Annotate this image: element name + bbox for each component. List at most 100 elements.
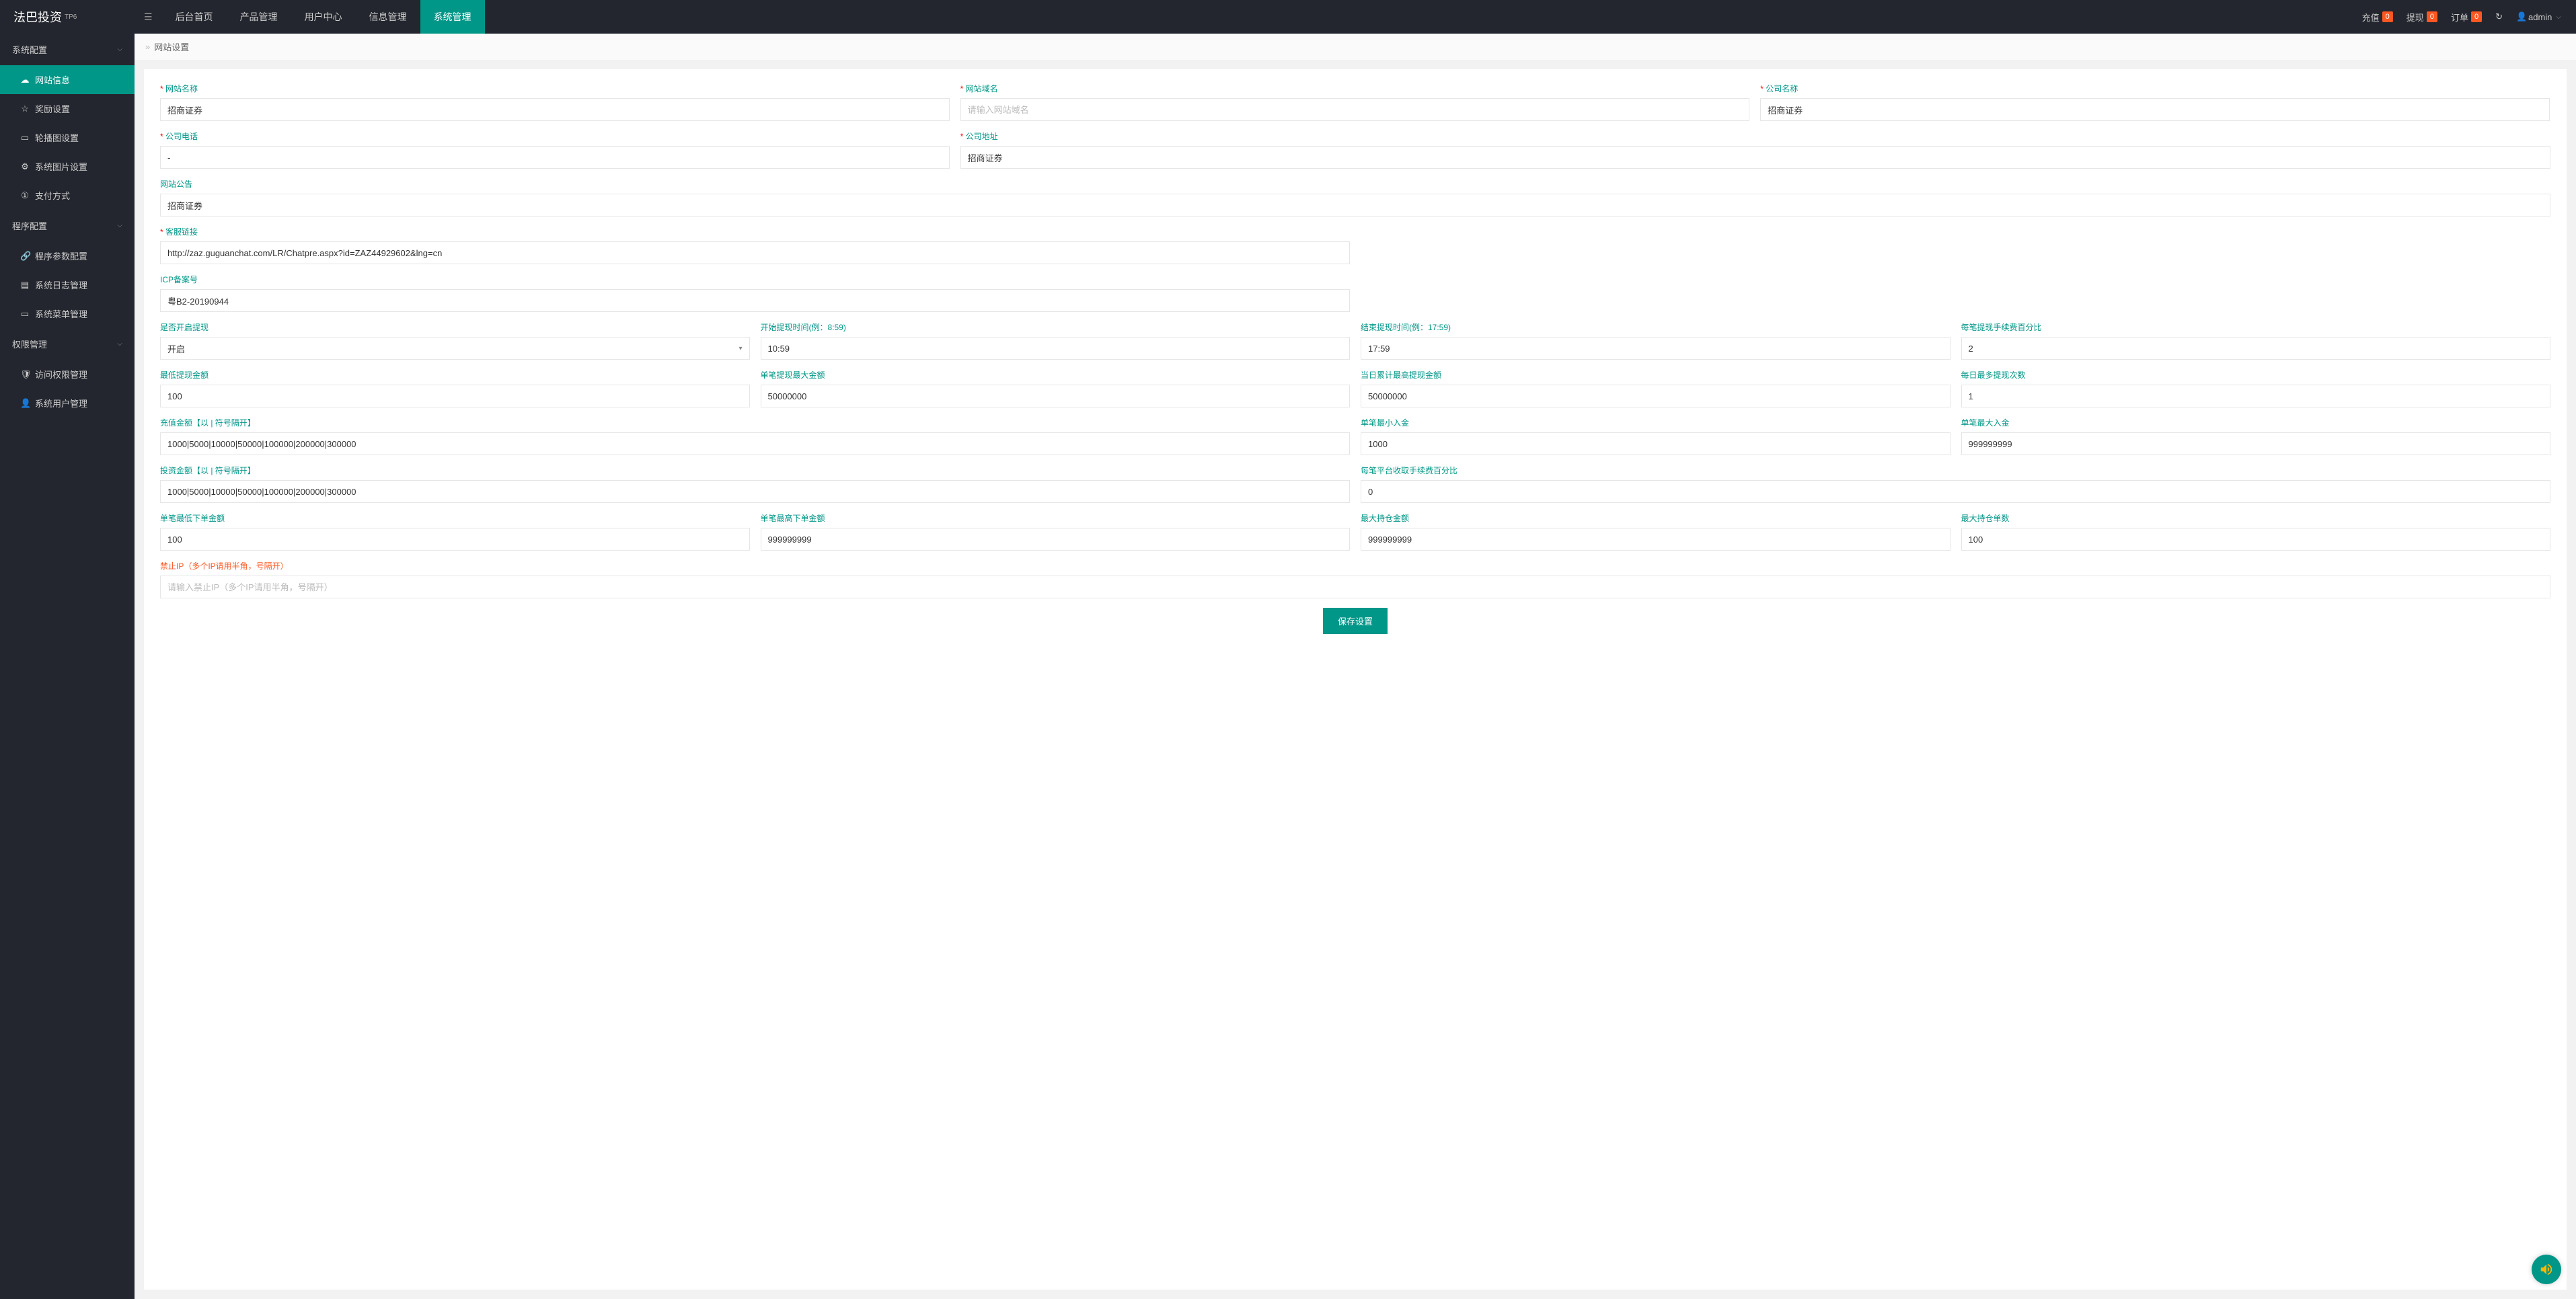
icp-input[interactable] (160, 289, 1350, 312)
order-min-input[interactable] (160, 528, 750, 551)
content-area: » 网站设置 网站名称 网站域名 公司名称 (135, 34, 2576, 1299)
app-logo: 法巴投资 TP6 (0, 8, 135, 26)
label-withdraw-start: 开始提现时间(例：8:59) (761, 321, 1351, 333)
label-withdraw-min: 最低提现金额 (160, 369, 750, 381)
volume-fab[interactable] (2532, 1255, 2561, 1284)
chevron-down-icon: ⌵ (117, 340, 122, 348)
sidebar-item-label: 程序参数配置 (35, 249, 87, 262)
withdraw-min-input[interactable] (160, 385, 750, 407)
label-withdraw-single-max: 单笔提现最大金额 (761, 369, 1351, 381)
withdraw-badge: 0 (2427, 11, 2437, 22)
label-order-min: 单笔最低下单金额 (160, 512, 750, 524)
sidebar-item[interactable]: ⚙系统图片设置 (0, 152, 135, 181)
site-domain-input[interactable] (960, 98, 1750, 121)
chevron-down-icon: ▾ (738, 345, 742, 352)
sidebar-item-label: 系统用户管理 (35, 397, 87, 409)
menu-icon: ⚙ (20, 161, 30, 172)
sidebar-item[interactable]: 🛡 访问权限管理 (0, 360, 135, 389)
sidebar-item[interactable]: ① 支付方式 (0, 181, 135, 210)
label-withdraw-fee: 每笔提现手续费百分比 (1961, 321, 2551, 333)
sidebar-item[interactable]: 🔗 程序参数配置 (0, 241, 135, 270)
withdraw-link[interactable]: 提现 0 (2400, 11, 2444, 24)
sidebar-item[interactable]: ☁网站信息 (0, 65, 135, 94)
menu-icon: ▭ (20, 132, 30, 143)
withdraw-fee-input[interactable] (1961, 337, 2551, 360)
label-site-domain: 网站域名 (960, 83, 1750, 94)
label-withdraw-enable: 是否开启提现 (160, 321, 750, 333)
deposit-max-input[interactable] (1961, 432, 2551, 455)
sidebar-item[interactable]: ▭ 系统菜单管理 (0, 299, 135, 328)
volume-icon (2539, 1262, 2554, 1277)
label-order-max: 单笔最高下单金额 (761, 512, 1351, 524)
order-link[interactable]: 订单 0 (2444, 11, 2489, 24)
nav-item[interactable]: 信息管理 (356, 0, 420, 34)
label-icp: ICP备案号 (160, 274, 1350, 285)
save-button[interactable]: 保存设置 (1323, 608, 1388, 634)
withdraw-end-input[interactable] (1361, 337, 1950, 360)
sidebar-item[interactable]: ▤系统日志管理 (0, 270, 135, 299)
menu-icon: ☁ (20, 75, 30, 85)
breadcrumb-title: 网站设置 (154, 40, 189, 53)
label-company-name: 公司名称 (1760, 83, 2550, 94)
label-withdraw-end: 结束提现时间(例：17:59) (1361, 321, 1950, 333)
deposit-min-input[interactable] (1361, 432, 1950, 455)
sidebar-item[interactable]: ▭轮播图设置 (0, 123, 135, 152)
order-max-input[interactable] (761, 528, 1351, 551)
sidebar: 系统配置⌵☁网站信息 ☆ 奖励设置 ▭轮播图设置⚙系统图片设置 ① 支付方式程序配置⌵ 🔗 程… (0, 34, 135, 1299)
sidebar-item[interactable]: 👤 系统用户管理 (0, 389, 135, 418)
chevron-down-icon: ⌵ (2556, 13, 2561, 21)
withdraw-single-max-input[interactable] (761, 385, 1351, 407)
sidebar-item[interactable]: ☆ 奖励设置 (0, 94, 135, 123)
label-invest-amounts: 投资金额【以 | 符号隔开】 (160, 465, 1350, 476)
hold-max-count-input[interactable] (1961, 528, 2551, 551)
service-link-input[interactable] (160, 241, 1350, 264)
company-address-input[interactable] (960, 146, 2550, 169)
menu-icon: 🛡 (20, 369, 30, 380)
nav-item[interactable]: 后台首页 (162, 0, 227, 34)
menu-icon: ① (20, 190, 30, 201)
withdraw-daily-max-input[interactable] (1361, 385, 1950, 407)
site-notice-input[interactable] (160, 194, 2550, 216)
company-name-input[interactable] (1760, 98, 2550, 121)
sidebar-group[interactable]: 系统配置⌵ (0, 34, 135, 65)
withdraw-enable-select[interactable]: 开启 ▾ (160, 337, 750, 360)
header: 法巴投资 TP6 ☰ 后台首页产品管理用户中心信息管理系统管理 充值 0 提现 … (0, 0, 2576, 34)
refresh-button[interactable]: ↻ (2489, 11, 2509, 22)
sidebar-group[interactable]: 权限管理⌵ (0, 328, 135, 360)
company-phone-input[interactable] (160, 146, 950, 169)
platform-fee-input[interactable] (1361, 480, 2550, 503)
sidebar-item-label: 奖励设置 (35, 102, 70, 115)
label-platform-fee: 每笔平台收取手续费百分比 (1361, 465, 2550, 476)
sidebar-item-label: 系统菜单管理 (35, 307, 87, 320)
nav-item[interactable]: 系统管理 (420, 0, 485, 34)
header-right: 充值 0 提现 0 订单 0 ↻ 👤 admin ⌵ (2355, 0, 2568, 34)
hold-max-amount-input[interactable] (1361, 528, 1950, 551)
app-version: TP6 (65, 13, 77, 21)
menu-icon: 👤 (20, 398, 30, 409)
user-icon: 👤 (2516, 11, 2526, 22)
sidebar-item-label: 支付方式 (35, 189, 70, 202)
sidebar-group[interactable]: 程序配置⌵ (0, 210, 135, 241)
invest-amounts-input[interactable] (160, 480, 1350, 503)
user-menu[interactable]: 👤 admin ⌵ (2509, 11, 2568, 22)
ban-ip-input[interactable] (160, 576, 2550, 598)
site-name-input[interactable] (160, 98, 950, 121)
sidebar-toggle-icon[interactable]: ☰ (135, 11, 162, 23)
breadcrumb: » 网站设置 (135, 34, 2576, 60)
label-company-address: 公司地址 (960, 130, 2550, 142)
nav-item[interactable]: 用户中心 (291, 0, 356, 34)
chevron-down-icon: ⌵ (117, 46, 122, 53)
label-recharge-amounts: 充值金额【以 | 符号隔开】 (160, 417, 1350, 428)
menu-icon: 🔗 (20, 251, 30, 262)
recharge-amounts-input[interactable] (160, 432, 1350, 455)
withdraw-start-input[interactable] (761, 337, 1351, 360)
withdraw-daily-count-input[interactable] (1961, 385, 2551, 407)
recharge-link[interactable]: 充值 0 (2355, 11, 2400, 24)
top-nav: 后台首页产品管理用户中心信息管理系统管理 (162, 0, 485, 34)
nav-item[interactable]: 产品管理 (227, 0, 291, 34)
sidebar-item-label: 访问权限管理 (35, 368, 87, 381)
menu-icon: ☆ (20, 104, 30, 114)
label-ban-ip: 禁止IP（多个IP请用半角，号隔开） (160, 560, 2550, 572)
breadcrumb-icon: » (145, 42, 150, 52)
menu-icon: ▭ (20, 309, 30, 319)
